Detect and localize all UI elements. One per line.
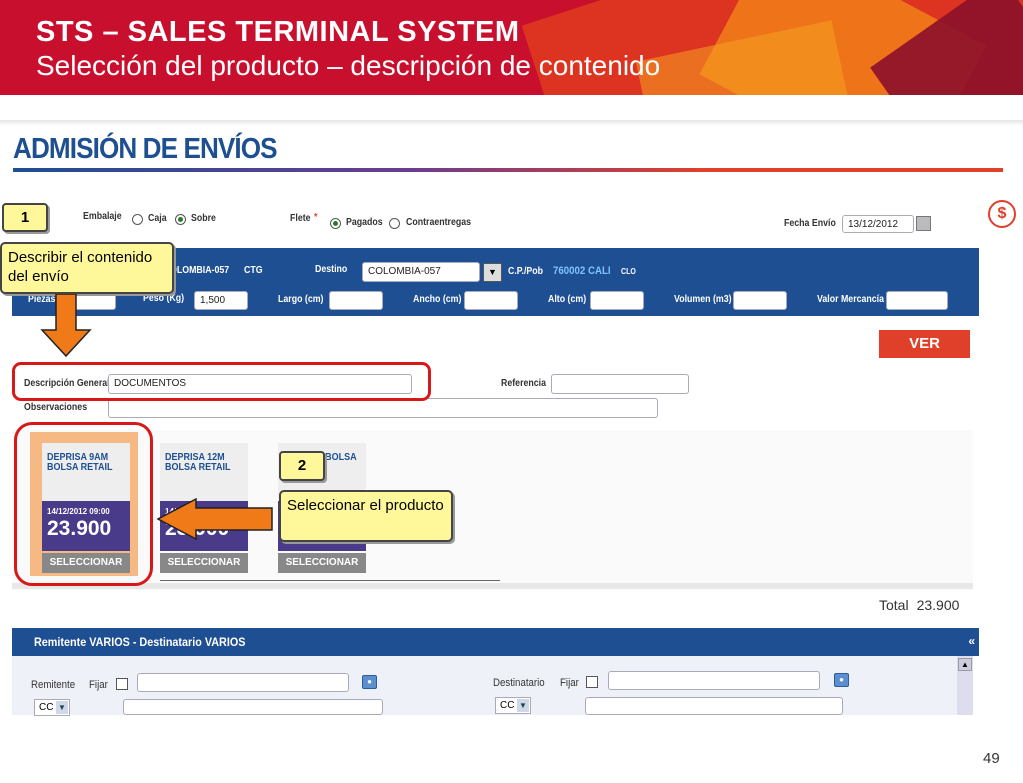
remitente-bar[interactable]: Remitente VARIOS - Destinatario VARIOS «: [12, 628, 979, 656]
referencia-input[interactable]: [551, 374, 689, 394]
fecha-label: Fecha Envío: [784, 218, 836, 229]
origen-value: OLOMBIA-057: [170, 265, 230, 276]
remitente-doc-input[interactable]: [123, 699, 383, 715]
step-1-callout: Describir el contenido del envío: [0, 242, 174, 294]
step-1-badge: 1: [2, 203, 48, 232]
cc-value: CC: [39, 702, 54, 713]
collapse-icon[interactable]: «: [968, 634, 975, 648]
destinatario-cc-select[interactable]: CC ▼: [495, 697, 531, 714]
down-arrow-icon: [40, 294, 92, 358]
largo-label: Largo (cm): [278, 294, 324, 305]
total-label: Total: [879, 597, 909, 613]
fijar-label: Fijar: [560, 677, 579, 689]
slide: STS – SALES TERMINAL SYSTEM Selección de…: [0, 0, 1023, 783]
page-number: 49: [983, 750, 1000, 767]
ancho-label: Ancho (cm): [413, 294, 462, 305]
product-name: DEPRISA 12M BOLSA RETAIL: [165, 452, 231, 473]
highlight-product: [14, 422, 153, 586]
observaciones-label: Observaciones: [24, 402, 88, 413]
sobre-label: Sobre: [191, 213, 216, 224]
total-value: 23.900: [916, 597, 960, 613]
alto-input[interactable]: [590, 291, 644, 310]
radio-contraentregas[interactable]: [389, 218, 400, 229]
peso-input[interactable]: 1,500: [194, 291, 248, 310]
chevron-down-icon[interactable]: ▼: [483, 263, 502, 282]
fijar-label: Fijar: [89, 679, 108, 691]
slide-title: STS – SALES TERMINAL SYSTEM: [36, 16, 520, 48]
dollar-icon[interactable]: $: [988, 200, 1016, 228]
calendar-icon[interactable]: [916, 216, 931, 231]
volumen-label: Volumen (m3): [674, 294, 732, 305]
peso-label: Peso (Kg): [143, 293, 185, 304]
step-2-badge: 2: [279, 451, 325, 481]
radio-pagados[interactable]: [330, 218, 341, 229]
destino-select[interactable]: COLOMBIA-057: [362, 262, 480, 282]
destinatario-doc-input[interactable]: [585, 697, 843, 715]
step-2-callout: Seleccionar el producto: [279, 490, 453, 542]
caja-label: Caja: [148, 213, 167, 224]
remitente-bar-title: Remitente VARIOS - Destinatario VARIOS: [34, 635, 246, 649]
cc-value: CC: [500, 700, 515, 711]
page-title: ADMISIÓN DE ENVÍOS: [13, 133, 278, 165]
search-icon[interactable]: ●: [834, 673, 849, 687]
remitente-input[interactable]: [137, 673, 349, 692]
slide-subtitle: Selección del producto – descripción de …: [36, 50, 661, 81]
pagados-label: Pagados: [346, 217, 383, 228]
remitente-label: Remitente: [31, 679, 76, 691]
embalaje-label: Embalaje: [83, 211, 122, 222]
fijar-destinatario-checkbox[interactable]: [586, 676, 598, 688]
remitente-cc-select[interactable]: CC ▼: [34, 699, 70, 716]
fecha-input[interactable]: 13/12/2012: [842, 215, 914, 233]
ancho-input[interactable]: [464, 291, 518, 310]
destinatario-input[interactable]: [608, 671, 820, 690]
cp-code: CLO: [621, 267, 636, 276]
cp-label: C.P./Pob: [508, 266, 544, 277]
contraentregas-label: Contraentregas: [406, 217, 472, 228]
select-product-button[interactable]: SELECCIONAR: [278, 553, 366, 573]
total-display: Total 23.900: [879, 597, 959, 613]
ver-precio-button[interactable]: VER PRECIO: [879, 330, 970, 380]
scroll-up-icon[interactable]: ▲: [958, 658, 972, 671]
title-divider: [13, 168, 1003, 172]
valor-input[interactable]: [886, 291, 948, 310]
alto-label: Alto (cm): [548, 294, 587, 305]
volumen-input[interactable]: [733, 291, 787, 310]
scrollbar[interactable]: ▲: [957, 656, 973, 715]
highlight-descripcion: [12, 362, 431, 401]
referencia-label: Referencia: [501, 378, 547, 389]
chevron-down-icon: ▼: [56, 701, 68, 714]
flete-label: Flete: [290, 213, 311, 224]
left-arrow-icon: [156, 498, 273, 540]
observaciones-input[interactable]: [108, 398, 658, 418]
radio-sobre[interactable]: [175, 214, 186, 225]
radio-caja[interactable]: [132, 214, 143, 225]
search-icon[interactable]: ●: [362, 675, 377, 689]
largo-input[interactable]: [329, 291, 383, 310]
valor-label: Valor Mercancía: [817, 294, 885, 305]
cp-value: 760002 CALI: [553, 265, 611, 277]
fijar-remitente-checkbox[interactable]: [116, 678, 128, 690]
header-banner: STS – SALES TERMINAL SYSTEM Selección de…: [0, 0, 1023, 95]
destino-label: Destino: [315, 264, 348, 275]
destinatario-label: Destinatario: [493, 677, 545, 689]
select-product-button[interactable]: SELECCIONAR: [160, 553, 248, 573]
origen-code: CTG: [244, 265, 263, 276]
chevron-down-icon: ▼: [517, 699, 529, 712]
